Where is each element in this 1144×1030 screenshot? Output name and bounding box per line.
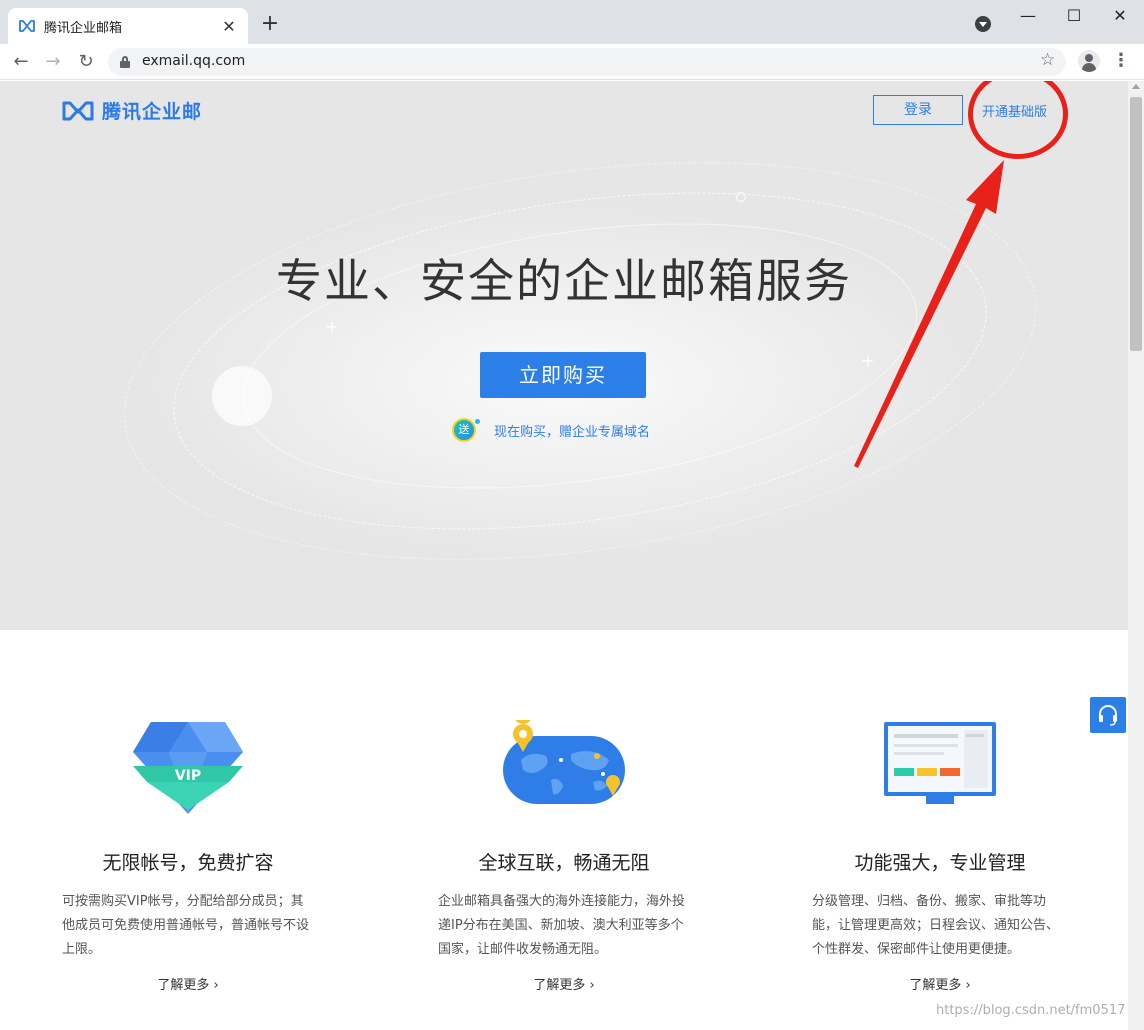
annotation-circle bbox=[968, 81, 1068, 159]
exmail-logo-icon bbox=[62, 101, 94, 120]
tab-search-icon[interactable] bbox=[975, 16, 991, 32]
learn-more-link[interactable]: 了解更多 › bbox=[376, 974, 752, 993]
learn-more-label: 了解更多 bbox=[157, 978, 210, 993]
page-scrollbar[interactable] bbox=[1128, 81, 1144, 1030]
menu-icon[interactable]: ⋮ bbox=[1112, 50, 1130, 71]
scroll-up-arrow-icon[interactable] bbox=[1132, 84, 1140, 89]
url-text[interactable]: exmail.qq.com bbox=[142, 53, 245, 69]
monitor-dashboard-icon bbox=[884, 722, 996, 804]
page-viewport: + + 腾讯企业邮 登录 开通基础版 专业、安全的企业邮箱服务 立即购买 送 现… bbox=[0, 81, 1128, 1030]
feature-card: VIP 无限帐号，免费扩容 可按需购买VIP帐号，分配给部分成员；其他成员可免费… bbox=[0, 630, 376, 1030]
reload-icon[interactable]: ↻ bbox=[73, 49, 99, 75]
feature-description: 分级管理、归档、备份、搬家、审批等功能，让管理更高效；日程会议、通知公告、个性群… bbox=[812, 894, 1060, 957]
logo-text: 腾讯企业邮 bbox=[102, 101, 203, 123]
diamond-vip-icon: VIP bbox=[133, 722, 243, 814]
browser-tab[interactable]: 腾讯企业邮箱 ✕ bbox=[8, 8, 248, 44]
feature-title: 无限帐号，免费扩容 bbox=[102, 852, 274, 874]
promo-link[interactable]: 送 现在购买，赠企业专属域名 bbox=[452, 418, 650, 442]
gift-icon: 送 bbox=[452, 418, 480, 442]
learn-more-label: 了解更多 bbox=[533, 978, 586, 993]
forward-icon[interactable]: → bbox=[40, 49, 66, 75]
tab-title: 腾讯企业邮箱 bbox=[44, 20, 123, 36]
exmail-favicon-icon bbox=[19, 20, 35, 32]
buy-now-button[interactable]: 立即购买 bbox=[480, 352, 646, 398]
feature-card: 全球互联，畅通无阻 企业邮箱具备强大的海外连接能力，海外投递IP分布在美国、新加… bbox=[376, 630, 752, 1030]
feature-description: 企业邮箱具备强大的海外连接能力，海外投递IP分布在美国、新加坡、澳大利亚等多个国… bbox=[438, 894, 686, 957]
logo[interactable]: 腾讯企业邮 bbox=[62, 97, 202, 124]
tab-close-icon[interactable]: ✕ bbox=[220, 17, 238, 36]
learn-more-label: 了解更多 bbox=[909, 978, 962, 993]
profile-icon[interactable] bbox=[1078, 50, 1100, 72]
decor-glow bbox=[212, 366, 272, 426]
lock-icon bbox=[120, 56, 130, 68]
browser-toolbar: ← → ↻ exmail.qq.com ☆ ⋮ bbox=[0, 44, 1144, 80]
feature-title: 全球互联，畅通无阻 bbox=[478, 852, 650, 874]
chevron-right-icon: › bbox=[585, 978, 595, 993]
chevron-right-icon: › bbox=[961, 978, 971, 993]
sparkle-icon: + bbox=[325, 317, 339, 336]
browser-tab-bar: 腾讯企业邮箱 ✕ + — ☐ ✕ bbox=[0, 0, 1144, 44]
chevron-right-icon: › bbox=[209, 978, 219, 993]
globe-map-icon bbox=[503, 720, 625, 804]
decor-circle bbox=[736, 192, 746, 202]
feature-title: 功能强大，专业管理 bbox=[854, 852, 1026, 874]
minimize-button[interactable]: — bbox=[1016, 6, 1040, 25]
customer-service-button[interactable] bbox=[1090, 697, 1126, 733]
learn-more-link[interactable]: 了解更多 › bbox=[0, 974, 376, 993]
hero-title: 专业、安全的企业邮箱服务 bbox=[276, 254, 852, 308]
maximize-button[interactable]: ☐ bbox=[1062, 6, 1086, 25]
close-window-button[interactable]: ✕ bbox=[1108, 6, 1132, 25]
login-button[interactable]: 登录 bbox=[873, 95, 963, 125]
address-bar[interactable]: exmail.qq.com bbox=[108, 48, 1066, 76]
new-tab-button[interactable]: + bbox=[258, 12, 282, 36]
feature-card: 功能强大，专业管理 分级管理、归档、备份、搬家、审批等功能，让管理更高效；日程会… bbox=[752, 630, 1128, 1030]
headset-icon bbox=[1099, 705, 1117, 726]
scroll-thumb[interactable] bbox=[1130, 97, 1142, 351]
learn-more-link[interactable]: 了解更多 › bbox=[752, 974, 1128, 993]
promo-text: 现在购买，赠企业专属域名 bbox=[494, 424, 651, 440]
feature-description: 可按需购买VIP帐号，分配给部分成员；其他成员可免费使用普通帐号，普通帐号不设上… bbox=[62, 894, 310, 957]
sparkle-icon: + bbox=[861, 351, 875, 370]
hero-section: + + 腾讯企业邮 登录 开通基础版 专业、安全的企业邮箱服务 立即购买 送 现… bbox=[0, 81, 1128, 630]
svg-text:VIP: VIP bbox=[175, 768, 201, 784]
back-icon[interactable]: ← bbox=[8, 49, 34, 75]
star-icon[interactable]: ☆ bbox=[1040, 50, 1055, 70]
watermark: https://blog.csdn.net/fm0517 bbox=[936, 1003, 1126, 1018]
